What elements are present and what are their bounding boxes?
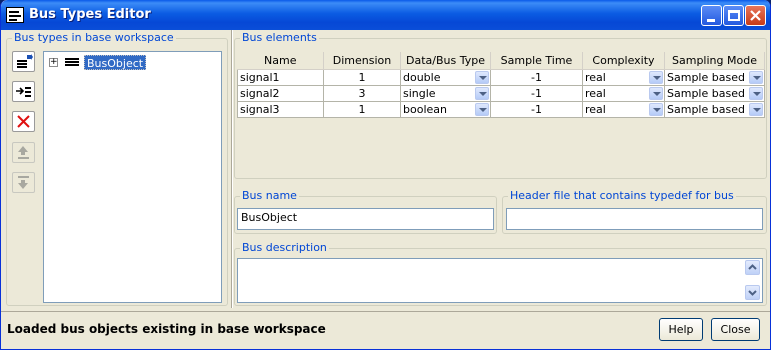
dropdown-arrow-icon[interactable] — [649, 102, 663, 116]
column-header-dimension[interactable]: Dimension — [323, 52, 401, 70]
cell-mode-dropdown[interactable]: Sample based — [664, 68, 765, 86]
cell-sample-time[interactable]: -1 — [490, 84, 583, 102]
dropdown-arrow-icon[interactable] — [749, 70, 763, 84]
cell-dimension[interactable]: 1 — [323, 100, 401, 118]
cell-dimension[interactable]: 3 — [323, 84, 401, 102]
minimize-button[interactable] — [701, 5, 722, 26]
cell-type-dropdown[interactable]: double — [400, 68, 491, 86]
title-bar[interactable]: Bus Types Editor — [1, 0, 770, 30]
bus-elements-legend: Bus elements — [240, 31, 319, 44]
bus-types-tree[interactable]: + BusObject — [43, 51, 222, 303]
close-button[interactable]: Close — [711, 318, 760, 341]
cell-complexity-value: real — [585, 102, 606, 116]
bus-name-input[interactable]: BusObject — [237, 208, 494, 230]
dropdown-arrow-icon[interactable] — [749, 86, 763, 100]
cell-type-value: double — [403, 70, 441, 84]
table-row[interactable]: signal3 1 boolean -1 real Sample based — [237, 100, 765, 118]
bus-description-textarea[interactable] — [237, 258, 763, 303]
cell-type-dropdown[interactable]: single — [400, 84, 491, 102]
cell-sample-time[interactable]: -1 — [490, 100, 583, 118]
add-bus-icon — [17, 54, 33, 68]
column-header-complexity[interactable]: Complexity — [582, 52, 665, 70]
dropdown-arrow-icon[interactable] — [749, 102, 763, 116]
cell-dimension[interactable]: 1 — [323, 68, 401, 86]
cell-mode-value: Sample based — [667, 86, 745, 100]
add-bus-button[interactable] — [12, 51, 35, 72]
dropdown-arrow-icon[interactable] — [649, 86, 663, 100]
maximize-button[interactable] — [723, 5, 744, 26]
maximize-icon — [728, 10, 740, 21]
bus-types-legend: Bus types in base workspace — [12, 31, 176, 44]
scroll-up-icon — [748, 264, 757, 270]
header-file-input[interactable] — [506, 208, 763, 230]
cell-sample-time[interactable]: -1 — [490, 68, 583, 86]
cell-mode-value: Sample based — [667, 70, 745, 84]
tree-item-busobject[interactable]: BusObject — [84, 55, 147, 70]
column-header-sampling-mode[interactable]: Sampling Mode — [664, 52, 765, 70]
cell-name[interactable]: signal2 — [237, 84, 324, 102]
move-up-icon — [18, 146, 29, 159]
cell-complexity-value: real — [585, 70, 606, 84]
cell-complexity-dropdown[interactable]: real — [582, 68, 665, 86]
close-x-icon — [750, 10, 761, 21]
move-down-icon — [18, 176, 29, 189]
window-title: Bus Types Editor — [29, 7, 151, 22]
column-header-type[interactable]: Data/Bus Type — [400, 52, 491, 70]
insert-element-icon — [16, 87, 31, 97]
cell-complexity-dropdown[interactable]: real — [582, 84, 665, 102]
bus-name-legend: Bus name — [240, 189, 299, 202]
move-down-button[interactable] — [12, 172, 35, 193]
table-row[interactable]: signal1 1 double -1 real Sample based — [237, 68, 765, 86]
cell-name[interactable]: signal1 — [237, 68, 324, 86]
scroll-up-button[interactable] — [745, 260, 760, 275]
cell-mode-dropdown[interactable]: Sample based — [664, 100, 765, 118]
minimize-icon — [707, 19, 715, 22]
dropdown-arrow-icon[interactable] — [475, 86, 489, 100]
cell-type-value: boolean — [403, 102, 447, 116]
scroll-down-icon — [748, 290, 757, 296]
dropdown-arrow-icon[interactable] — [475, 102, 489, 116]
dropdown-arrow-icon[interactable] — [475, 70, 489, 84]
cell-mode-dropdown[interactable]: Sample based — [664, 84, 765, 102]
bus-types-editor-window: Bus Types Editor Bus types in base works… — [0, 0, 771, 350]
insert-element-button[interactable] — [12, 81, 35, 102]
column-header-sample-time[interactable]: Sample Time — [490, 52, 583, 70]
cell-name[interactable]: signal3 — [237, 100, 324, 118]
splitter[interactable] — [231, 30, 233, 308]
bus-object-icon — [65, 58, 79, 67]
scroll-down-button[interactable] — [745, 285, 760, 300]
status-message: Loaded bus objects existing in base work… — [7, 322, 326, 336]
table-header-row: Name Dimension Data/Bus Type Sample Time… — [237, 52, 765, 70]
header-file-legend: Header file that contains typedef for bu… — [508, 189, 736, 202]
help-button[interactable]: Help — [659, 318, 703, 341]
app-icon — [6, 7, 24, 23]
dropdown-arrow-icon[interactable] — [649, 70, 663, 84]
cell-type-dropdown[interactable]: boolean — [400, 100, 491, 118]
table-row[interactable]: signal2 3 single -1 real Sample based — [237, 84, 765, 102]
cell-mode-value: Sample based — [667, 102, 745, 116]
cell-complexity-value: real — [585, 86, 606, 100]
bus-elements-table[interactable]: Name Dimension Data/Bus Type Sample Time… — [237, 52, 765, 118]
bus-description-legend: Bus description — [240, 241, 329, 254]
expand-icon[interactable]: + — [49, 58, 58, 67]
cell-type-value: single — [403, 86, 436, 100]
delete-button[interactable] — [12, 111, 35, 132]
close-window-button[interactable] — [745, 5, 766, 26]
status-separator — [1, 311, 770, 312]
column-header-name[interactable]: Name — [237, 52, 324, 70]
cell-complexity-dropdown[interactable]: real — [582, 100, 665, 118]
move-up-button[interactable] — [12, 142, 35, 163]
delete-x-icon — [17, 115, 30, 128]
